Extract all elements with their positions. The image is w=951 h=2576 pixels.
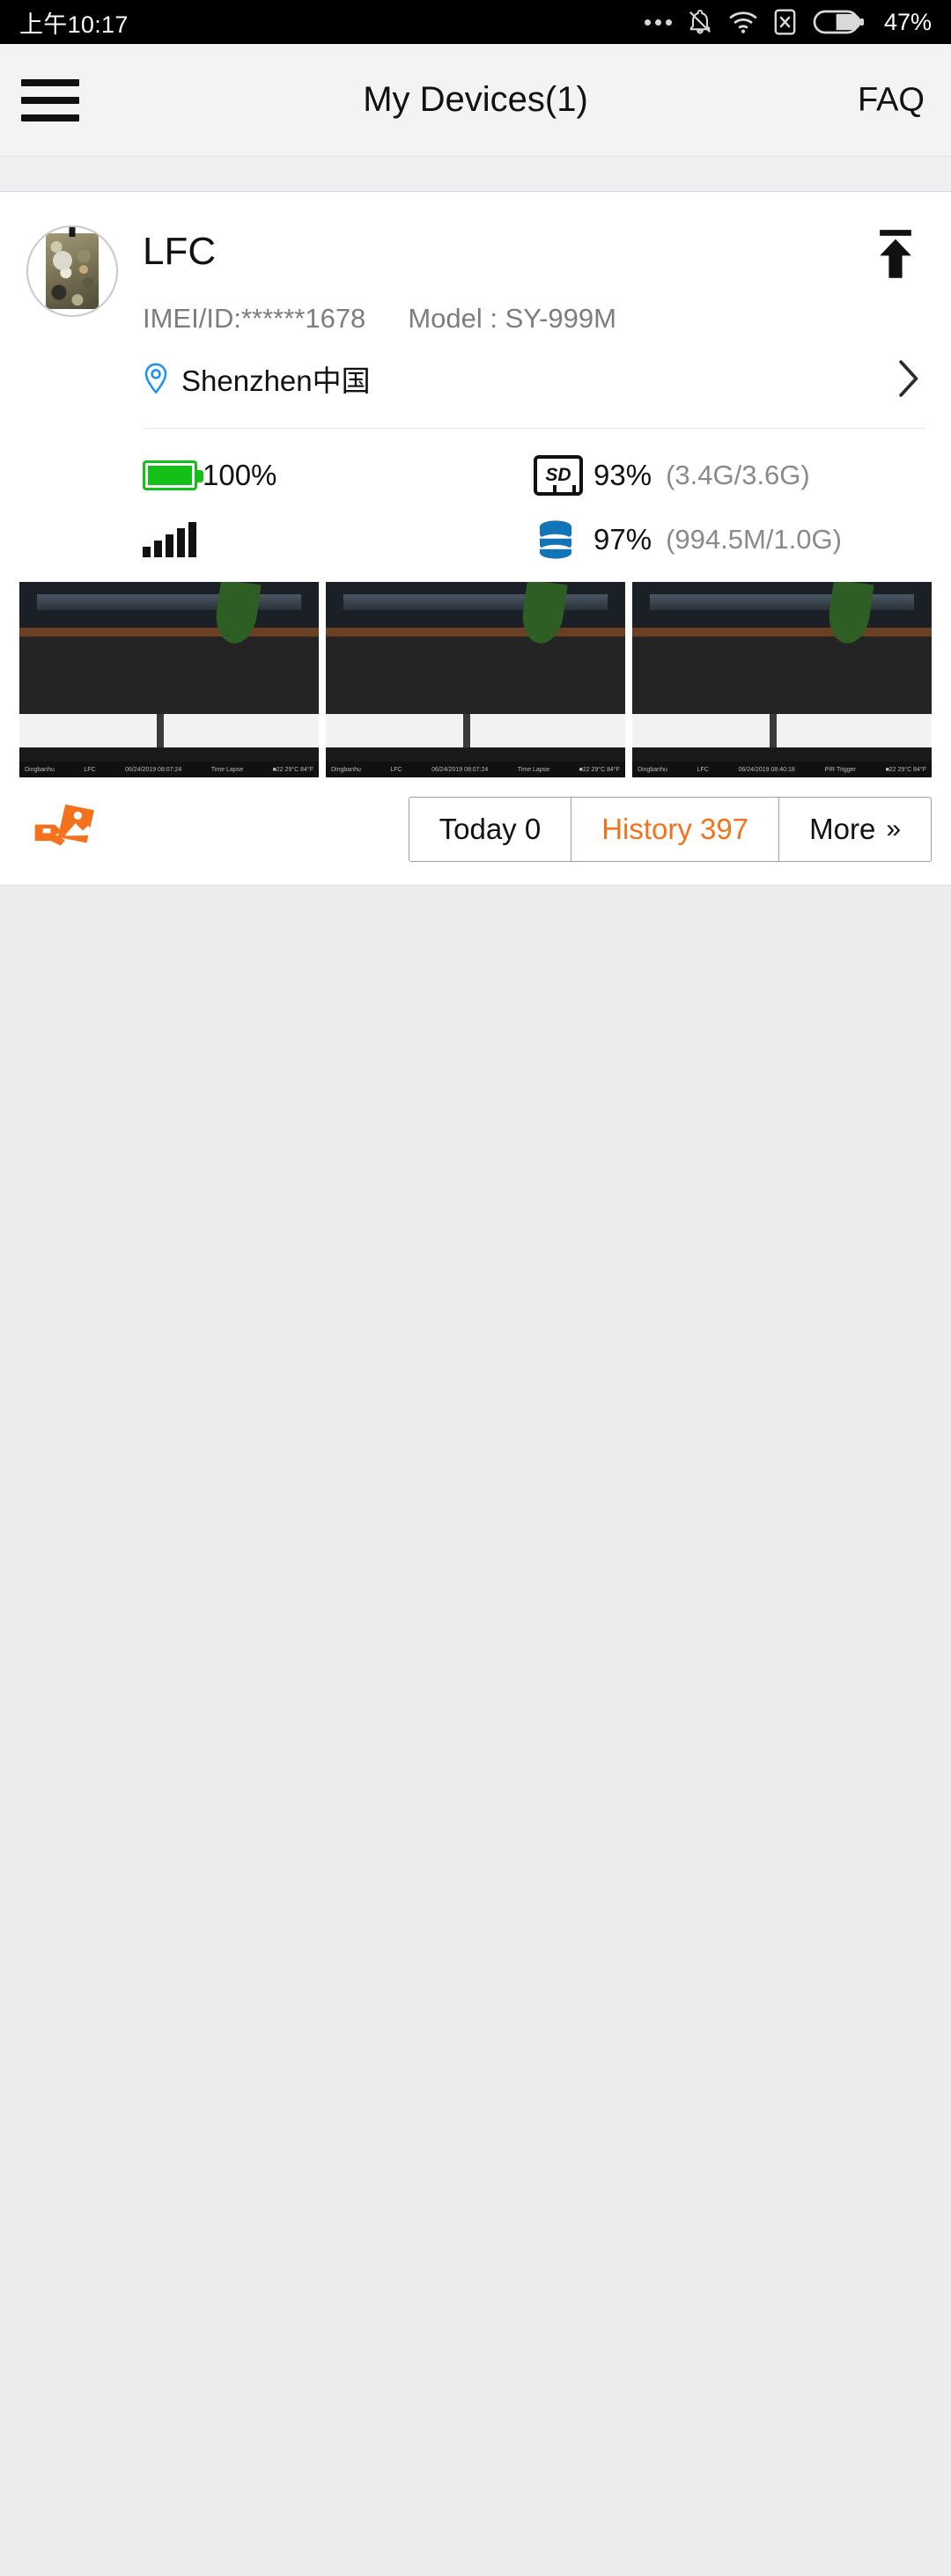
thumbnail-temp: ■22 29°C 84°F [579, 766, 620, 773]
thumbnail-temp: ■22 29°C 84°F [885, 766, 926, 773]
thumbnail-overlay-bar: Dingbanhu LFC 06/24/2019 08:07:24 Time L… [326, 762, 625, 778]
more-button-label: More [809, 813, 876, 846]
device-card-top: LFC IMEI/ID:******1678 Model : SY-999M S… [0, 192, 951, 568]
status-bar-time: 上午10:17 [19, 11, 129, 38]
chevron-double-right-icon: » [886, 814, 901, 844]
device-actions-row: Today 0 History 397 More » [0, 777, 951, 885]
thumbnail-overlay-bar: Dingbanhu LFC 06/24/2019 08:07:24 Time L… [19, 762, 319, 778]
data-usage-icon [534, 519, 593, 561]
thumbnail-mode: Time Lapse [210, 766, 244, 773]
app-bar: My Devices(1) FAQ [0, 44, 951, 157]
bell-muted-icon [689, 10, 711, 34]
sd-card-icon: SD [534, 455, 593, 497]
trail-camera-avatar [46, 233, 99, 309]
hamburger-menu-icon[interactable] [21, 78, 79, 121]
stat-sdcard-value: 93% [593, 459, 652, 492]
thumbnail-brand: Dingbanhu [25, 766, 55, 773]
signal-bars-icon [143, 522, 203, 558]
battery-full-icon [143, 460, 203, 491]
section-gap-strip [0, 157, 951, 192]
status-bar-battery-percent: 47% [883, 8, 932, 35]
stat-data-value: 97% [593, 523, 652, 556]
device-meta-row: IMEI/ID:******1678 Model : SY-999M [143, 303, 925, 335]
device-imei: IMEI/ID:******1678 [143, 303, 366, 335]
empty-list-area [0, 886, 951, 2576]
card-divider [143, 428, 925, 430]
thumbnail-temp: ■22 29°C 84°F [272, 766, 313, 773]
device-info: LFC IMEI/ID:******1678 Model : SY-999M S… [143, 217, 925, 568]
device-location-text: Shenzhen中国 [181, 364, 371, 398]
device-name: LFC [143, 230, 217, 273]
page-title: My Devices(1) [363, 80, 588, 119]
thumbnail-device: LFC [84, 766, 96, 773]
upload-to-top-icon[interactable] [872, 229, 919, 280]
device-model: Model : SY-999M [408, 303, 616, 335]
device-action-buttons: Today 0 History 397 More » [408, 797, 932, 863]
thumbnail-mode: Time Lapse [517, 766, 550, 773]
thumbnail-item[interactable]: Dingbanhu LFC 06/24/2019 08:40:18 PIR Tr… [632, 582, 932, 778]
stat-sdcard: SD 93% (3.4G/3.6G) [534, 455, 925, 497]
sim-card-off-icon [774, 9, 796, 35]
thumbnail-datetime: 06/24/2019 08:07:24 [125, 766, 182, 773]
location-pin-icon [144, 363, 167, 394]
thumbnail-device: LFC [390, 766, 402, 773]
history-button[interactable]: History 397 [571, 798, 780, 862]
battery-icon [813, 10, 864, 34]
wifi-icon [729, 11, 757, 33]
status-bar-icons: 47% [644, 8, 932, 36]
today-button[interactable]: Today 0 [409, 798, 572, 862]
thumbnail-datetime: 06/24/2019 08:07:24 [431, 766, 489, 773]
thumbnail-strip: Dingbanhu LFC 06/24/2019 08:07:24 Time L… [0, 568, 951, 778]
device-card[interactable]: LFC IMEI/ID:******1678 Model : SY-999M S… [0, 192, 951, 887]
stat-battery-value: 100% [203, 459, 277, 492]
today-button-label: Today 0 [439, 813, 542, 846]
chevron-right-icon[interactable] [896, 359, 919, 398]
stat-sdcard-sub: (3.4G/3.6G) [666, 460, 810, 491]
more-button[interactable]: More » [779, 798, 931, 862]
device-location-row[interactable]: Shenzhen中国 [143, 357, 925, 400]
stat-signal [143, 519, 534, 561]
faq-button[interactable]: FAQ [858, 81, 925, 119]
stat-data-sub: (994.5M/1.0G) [666, 524, 842, 556]
history-button-label: History 397 [601, 813, 749, 846]
thumbnail-datetime: 06/24/2019 08:40:18 [738, 766, 795, 773]
more-dots-icon [644, 18, 672, 26]
thumbnail-brand: Dingbanhu [638, 766, 667, 773]
thumbnail-item[interactable]: Dingbanhu LFC 06/24/2019 08:07:24 Time L… [326, 582, 625, 778]
device-stats-grid: 100% SD 93% (3.4G/3.6G) 97% (994.5M/1.0G… [143, 455, 925, 568]
status-bar: 上午10:17 47% [0, 0, 951, 44]
stat-battery: 100% [143, 455, 534, 496]
photo-hand-icon[interactable] [32, 801, 100, 857]
thumbnail-mode: PIR Trigger [824, 766, 856, 773]
avatar[interactable] [26, 225, 118, 317]
thumbnail-device: LFC [697, 766, 709, 773]
thumbnail-item[interactable]: Dingbanhu LFC 06/24/2019 08:07:24 Time L… [19, 582, 319, 778]
thumbnail-brand: Dingbanhu [331, 766, 361, 773]
thumbnail-overlay-bar: Dingbanhu LFC 06/24/2019 08:40:18 PIR Tr… [632, 762, 932, 778]
stat-data: 97% (994.5M/1.0G) [534, 519, 925, 561]
